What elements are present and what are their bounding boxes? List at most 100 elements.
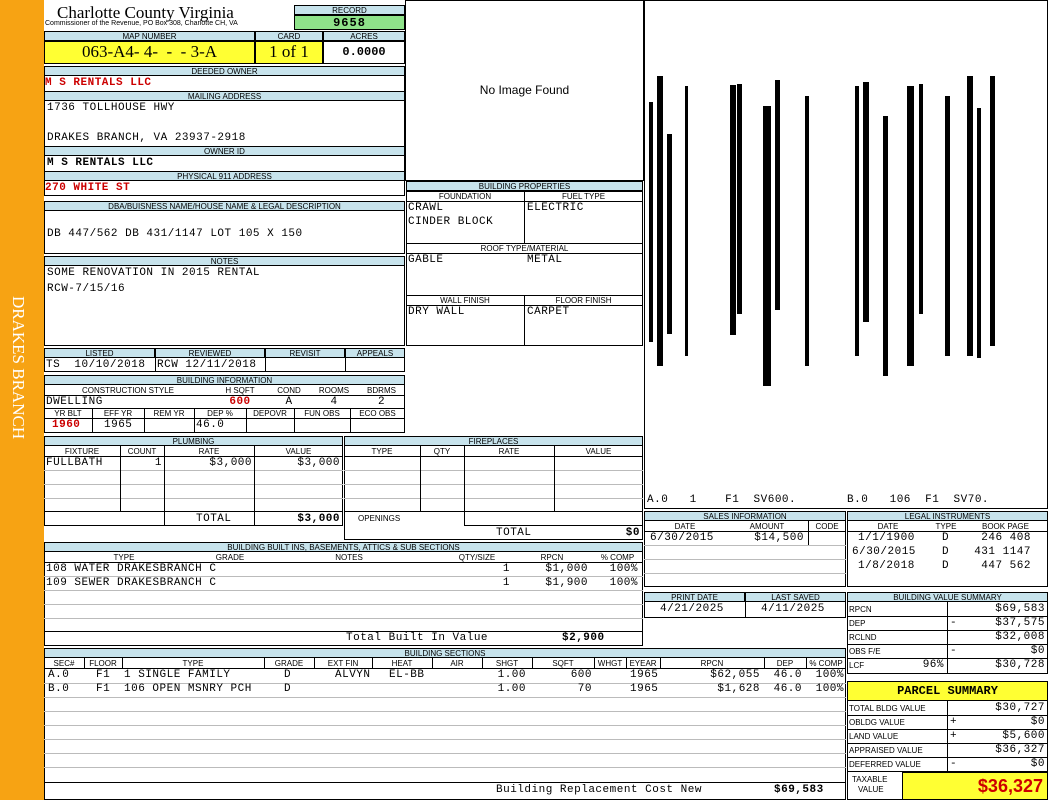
ps-total-bldg-label: TOTAL BLDG VALUE (849, 704, 926, 713)
notes-line1: SOME RENOVATION IN 2015 RENTAL (47, 267, 261, 279)
sketch-stroke (855, 86, 859, 356)
sketch-drawing (645, 76, 1047, 386)
fuel-value: ELECTRIC (527, 202, 584, 214)
appeals-label: APPEALS (345, 348, 405, 358)
sketch-area: A.0 1 F1 SV600. B.0 106 F1 SV70. (644, 0, 1048, 509)
bs-row-1-comp: 100% (815, 683, 844, 695)
construction-style-label: CONSTRUCTION STYLE (81, 386, 174, 395)
li-row-0-type: D (942, 532, 950, 544)
bdrms-label: BDRMS (367, 386, 396, 395)
value-value: $3,000 (297, 457, 340, 469)
sketch-stroke (805, 96, 809, 366)
fp-total-value: $0 (625, 527, 640, 539)
foundation-label: FOUNDATION (438, 192, 492, 201)
sales-amount-value: $14,500 (754, 532, 804, 544)
record-value: 9658 (294, 15, 405, 30)
value-label: VALUE (285, 447, 312, 456)
effyr-value: 1965 (104, 419, 133, 431)
li-row-0-date: 1/1/1900 (858, 532, 915, 544)
li-date-label: DATE (877, 522, 899, 531)
sketch-stroke (883, 116, 888, 376)
bs-row-0-eyear: 1965 (630, 669, 659, 681)
bi-type-label: TYPE (113, 553, 135, 562)
sketch-stroke (730, 85, 736, 335)
li-row-2-book: 447 562 (981, 560, 1031, 572)
bs-air-label: AIR (450, 659, 464, 668)
legal-label: DBA/BUISNESS NAME/HOUSE NAME & LEGAL DES… (44, 201, 405, 211)
notes-line2: RCW-7/15/16 (47, 283, 126, 295)
listed-label: LISTED (44, 348, 155, 358)
bvs-rclnd-label: RCLND (849, 633, 877, 642)
bs-heat-label: HEAT (391, 659, 413, 668)
sketch-stroke (919, 84, 923, 314)
bs-row-0-sqft: 600 (570, 669, 592, 681)
print-date-label: PRINT DATE (644, 592, 745, 602)
bi-qty-label: QTY/SIZE (458, 553, 496, 562)
sketch-stroke (907, 86, 914, 366)
bs-row-1-grade: D (284, 683, 292, 695)
bvs-lcf-pct: 96% (922, 659, 944, 671)
bs-dep-label: DEP (776, 659, 794, 668)
building-info-label: BUILDING INFORMATION (44, 375, 405, 385)
legal-instruments-label: LEGAL INSTRUMENTS (847, 511, 1048, 521)
bs-row-0-heat: EL-BB (389, 669, 425, 681)
sketch-stroke (967, 76, 973, 356)
openings-label: OPENINGS (358, 514, 401, 523)
plumbing-label: PLUMBING (44, 436, 343, 446)
bi-row-0-comp: 100% (609, 563, 638, 575)
bi-row-1-rpcn: $1,900 (545, 577, 588, 589)
plumbing-total-label: TOTAL (196, 513, 232, 525)
bi-row-1-qty: 1 (502, 577, 510, 589)
foundation-value-2: CINDER BLOCK (408, 216, 494, 228)
sketch-stroke (657, 76, 663, 366)
record-label: RECORD (294, 5, 405, 15)
floor-finish-label: FLOOR FINISH (555, 296, 612, 305)
bi-row-0-rpcn: $1,000 (545, 563, 588, 575)
ps-taxable-value: $36,327 (902, 772, 1048, 800)
li-row-1-date: 6/30/2015 (852, 546, 916, 558)
li-row-0-book: 246 408 (981, 532, 1031, 544)
bs-row-0-grade: D (284, 669, 292, 681)
roof-material-value: METAL (527, 254, 563, 266)
sketch-stroke (649, 102, 653, 342)
bs-shgt-label: SHGT (495, 659, 519, 668)
dep-label: DEP % (207, 409, 233, 418)
bvs-rpcn-value: $69,583 (995, 603, 1045, 615)
bi-notes-label: NOTES (335, 553, 363, 562)
li-row-2-type: D (942, 560, 950, 572)
sketch-stroke (667, 134, 672, 334)
building-sections-label: BUILDING SECTIONS (44, 648, 846, 658)
ps-taxable-label-1: TAXABLE (852, 775, 888, 784)
sketch-stroke (775, 80, 780, 310)
bs-comp-label: % COMP (809, 659, 843, 668)
building-properties-label: BUILDING PROPERTIES (406, 181, 643, 191)
bs-row-1-rpcn: $1,628 (717, 683, 760, 695)
wall-finish-label: WALL FINISH (440, 296, 490, 305)
ps-deferred-label: DEFERRED VALUE (849, 760, 921, 769)
bs-sqft-label: SQFT (552, 659, 574, 668)
sales-date-label: DATE (674, 522, 696, 531)
reviewed-value: RCW 12/11/2018 (157, 359, 257, 371)
bs-total-label: Building Replacement Cost New (496, 784, 702, 796)
bvs-obs-label: OBS F/E (849, 647, 881, 656)
owner-section (44, 66, 405, 196)
bs-grade-label: GRADE (274, 659, 304, 668)
bs-floor-label: FLOOR (89, 659, 117, 668)
sketch-stroke (763, 106, 771, 386)
bi-row-0-qty: 1 (502, 563, 510, 575)
bs-row-1-eyear: 1965 (630, 683, 659, 695)
bs-eyear-label: EYEAR (629, 659, 657, 668)
li-row-2-date: 1/8/2018 (858, 560, 915, 572)
bvs-obs-value: $0 (1030, 645, 1045, 657)
ps-land-label: LAND VALUE (849, 732, 899, 741)
bvs-rpcn-label: RPCN (849, 605, 872, 614)
rate-label: RATE (198, 447, 220, 456)
bvs-lcf-value: $30,728 (995, 659, 1045, 671)
cond-label: COND (277, 386, 301, 395)
ps-obldg-label: OBLDG VALUE (849, 718, 905, 727)
li-type-label: TYPE (935, 522, 957, 531)
notes-label: NOTES (44, 256, 405, 266)
map-number-label: MAP NUMBER (44, 31, 255, 41)
fixture-label: FIXTURE (64, 447, 100, 456)
sketch-label-a: A.0 1 F1 SV600. (647, 494, 797, 506)
